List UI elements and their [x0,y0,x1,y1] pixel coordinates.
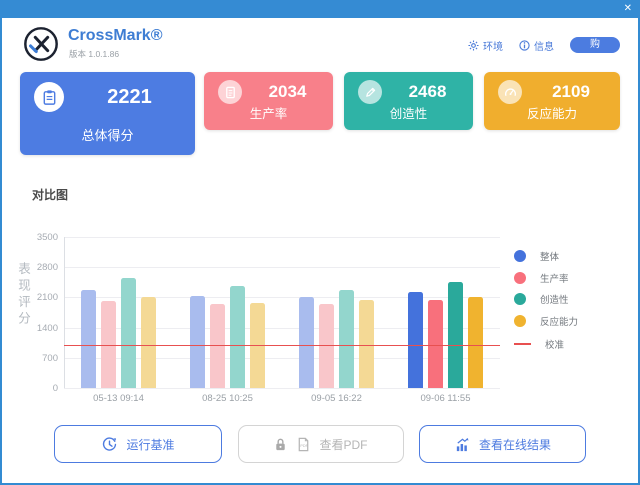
info-label: 信息 [534,41,554,53]
gauge-icon [498,80,522,104]
stopwatch-icon [101,436,118,453]
score-card-responsiveness: 2109 反应能力 [484,72,620,130]
gridline [64,267,500,269]
run-benchmark-button[interactable]: 运行基准 [54,425,222,463]
legend-label: 生产率 [540,273,569,285]
overall-score-value: 2221 [107,85,152,108]
chart-bar [121,277,136,388]
gridline [64,388,500,389]
view-pdf-label: 查看PDF [319,437,368,452]
document-icon [218,80,242,104]
chart-bar [81,289,96,388]
x-category-label: 05-13 09:14 [93,393,144,404]
pencil-icon [358,80,382,104]
legend-label: 校准 [545,340,565,351]
calibration-line [64,344,500,347]
y-tick-label: 0 [52,383,58,394]
chart-bar [339,290,354,388]
gridline [64,237,500,238]
responsiveness-score-value: 2109 [552,82,590,101]
score-card-productivity: 2034 生产率 [204,72,333,130]
close-icon[interactable]: ✕ [624,2,632,16]
gear-icon [468,39,479,51]
environment-label: 环境 [483,41,503,53]
clipboard-icon [34,82,64,112]
legend-label: 反应能力 [540,316,579,328]
x-category-label: 08-25 10:25 [202,393,253,404]
crossmark-logo-icon [22,25,60,63]
legend-line-icon [514,343,531,345]
legend-dot-icon [514,250,526,262]
legend-label: 整体 [540,252,560,263]
pdf-file-icon: PDF [296,437,311,452]
app-title: CrossMark® [68,27,163,44]
score-card-overall: 2221 总体得分 [20,72,195,155]
view-pdf-button[interactable]: PDF 查看PDF [237,425,404,463]
legend-item-calibration: 校准 [514,337,564,351]
x-category-label: 09-05 16:22 [311,393,362,404]
legend-item: 生产率 [514,271,569,285]
crossmark-window: ✕ CrossMark® 版本 1.0.1.86 环境 信息 购 2221 总体… [0,0,640,485]
y-axis-line [64,237,65,388]
y-tick-label: 2100 [36,292,58,304]
legend-item: 整体 [514,249,559,263]
run-benchmark-label: 运行基准 [126,437,175,452]
svg-text:PDF: PDF [301,443,309,447]
lock-icon [273,437,288,452]
creativity-score-value: 2468 [408,82,447,101]
creativity-score-label: 创造性 [389,107,428,121]
chart-bar [190,295,205,388]
chart-bar [468,297,483,388]
chart-bar [299,296,314,388]
legend-dot-icon [514,293,526,305]
y-tick-label: 3500 [36,232,58,243]
productivity-score-label: 生产率 [249,107,288,121]
y-tick-label: 2800 [36,262,58,274]
legend-item: 反应能力 [514,314,578,328]
chart-section-title: 对比图 [32,188,69,202]
legend-item: 创造性 [514,292,569,306]
x-category-label: 09-06 11:55 [420,393,471,404]
footer-actions: 运行基准 PDF 查看PDF 查看在线结果 [54,425,586,463]
app-version: 版本 1.0.1.86 [69,49,120,59]
info-link[interactable]: 信息 [519,38,554,53]
responsiveness-score-label: 反应能力 [526,107,577,121]
overall-score-label: 总体得分 [81,128,134,143]
legend-dot-icon [514,314,526,327]
chart-bar [408,292,423,388]
view-online-results-label: 查看在线结果 [478,437,551,452]
legend-dot-icon [514,271,526,284]
bar-chart-arrow-icon [454,436,471,453]
chart-bar [141,297,156,388]
legend-label: 创造性 [540,295,569,306]
environment-link[interactable]: 环境 [468,38,503,53]
info-icon [519,39,530,51]
y-tick-label: 700 [42,352,58,364]
chart-bar [448,281,463,388]
buy-button[interactable]: 购 [570,37,620,53]
chart-bar [230,285,245,388]
y-tick-label: 1400 [36,322,58,334]
score-card-creativity: 2468 创造性 [344,72,473,130]
title-bar: ✕ [0,0,640,18]
view-online-results-button[interactable]: 查看在线结果 [419,425,586,463]
productivity-score-value: 2034 [268,82,307,101]
